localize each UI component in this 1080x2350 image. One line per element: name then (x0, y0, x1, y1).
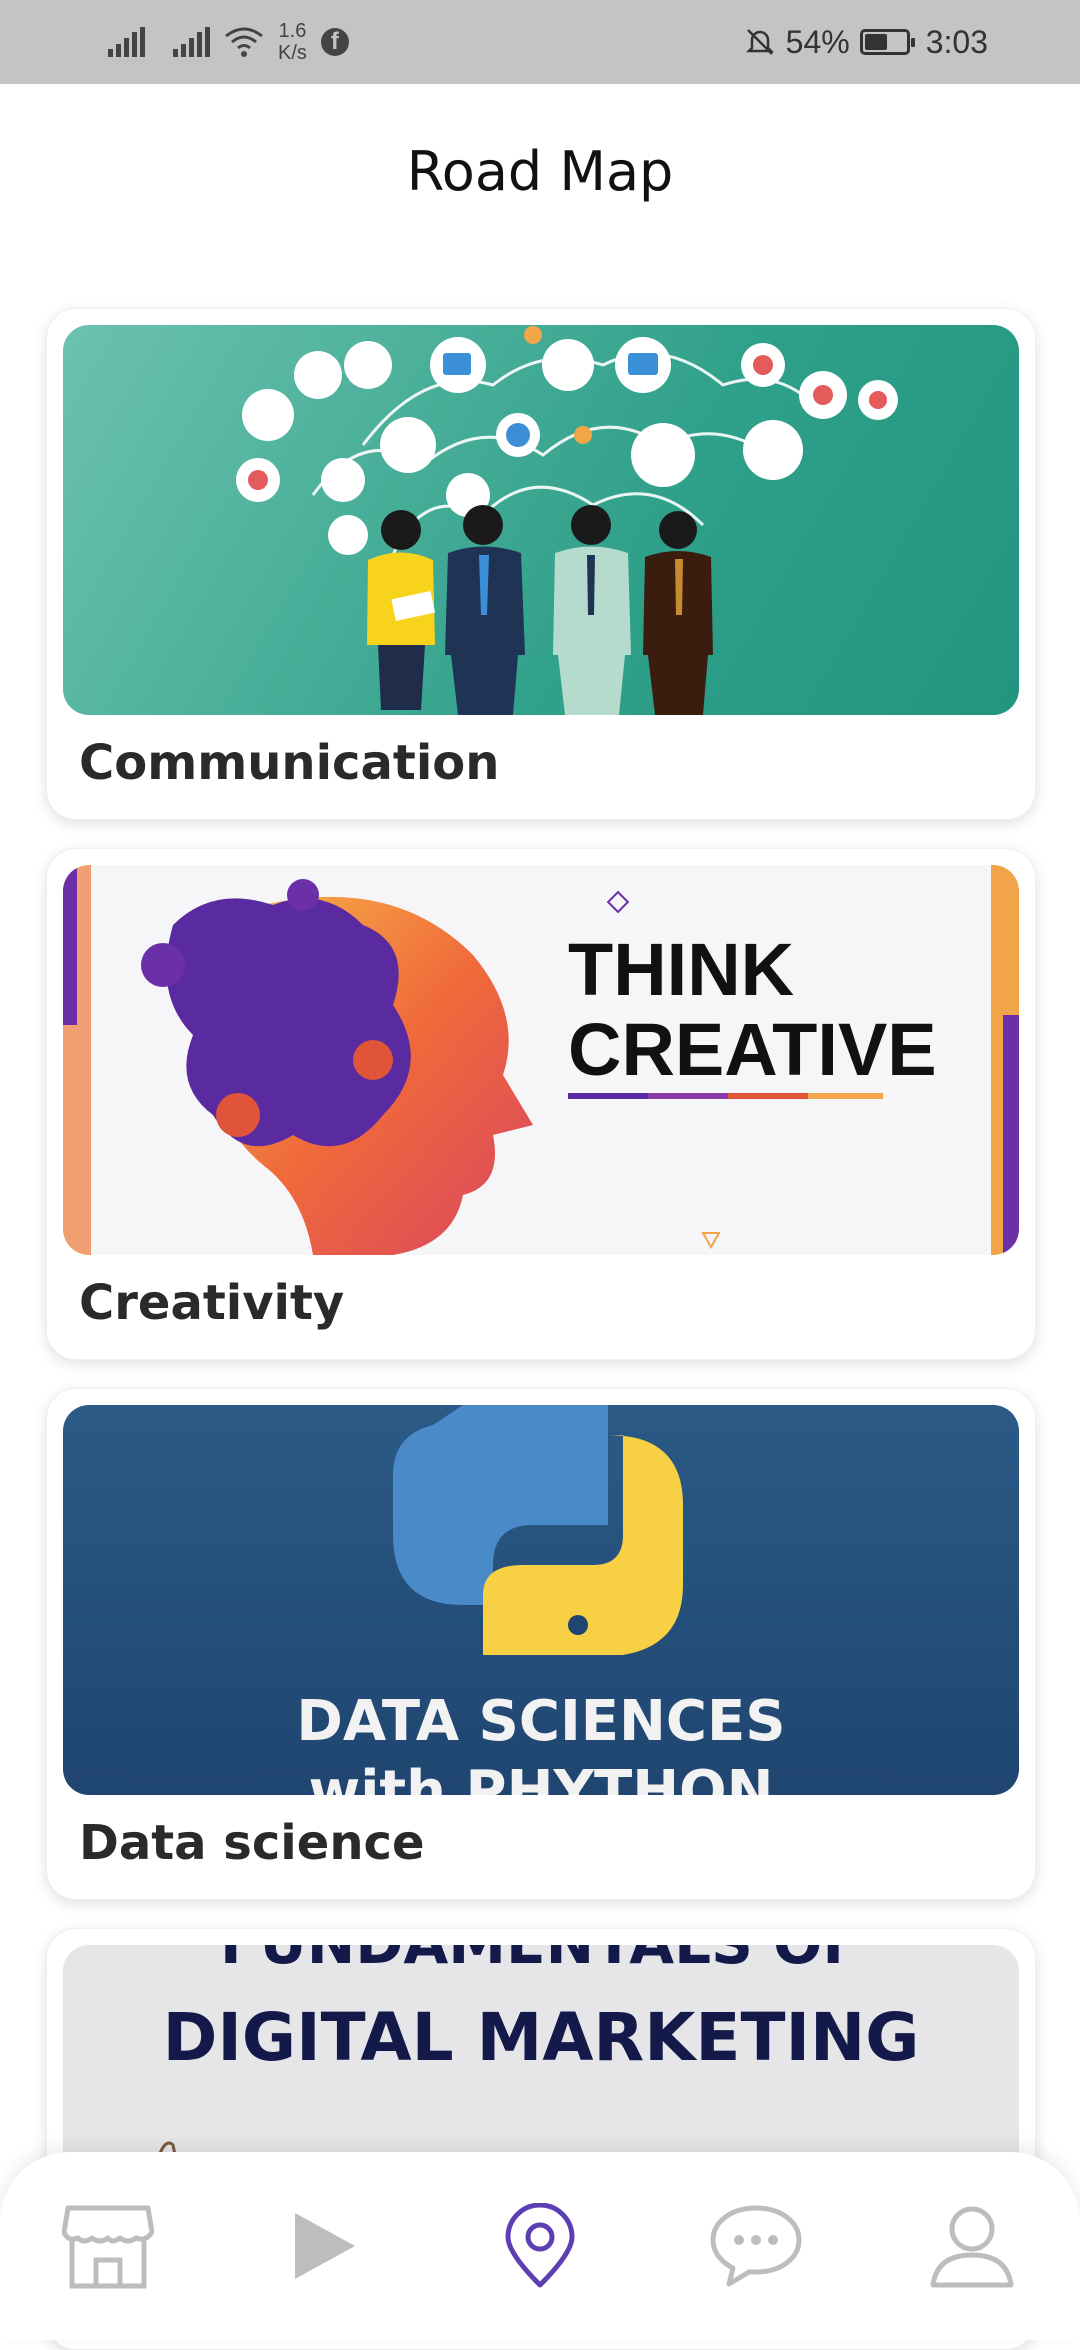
card-label: Data science (79, 1815, 425, 1871)
map-pin-icon (505, 2203, 575, 2288)
card-label: Communication (79, 735, 500, 791)
nav-play[interactable] (264, 2186, 384, 2306)
image-subline-text: DIGITAL MARKETING (163, 1999, 920, 2076)
roadmap-card-creativity[interactable]: THINK CREATIVE Creativity (46, 848, 1036, 1360)
card-label: Creativity (79, 1275, 345, 1331)
play-icon (295, 2213, 355, 2279)
nav-chat[interactable] (696, 2186, 816, 2306)
mute-bell-icon (745, 29, 774, 55)
status-bar: 1.6 K/s f 54% 3:03 (0, 0, 1080, 84)
clock: 3:03 (925, 23, 988, 60)
think-text: THINK (568, 928, 794, 1011)
nav-roadmap[interactable] (480, 2186, 600, 2306)
creativity-image: THINK CREATIVE (63, 865, 1019, 1255)
data-science-image: DATA SCIENCES with PHYTHON (63, 1405, 1019, 1795)
facebook-icon: f (320, 28, 349, 56)
image-subline-text: with PHYTHON (308, 1759, 773, 1795)
creative-text: CREATIVE (568, 1008, 937, 1091)
chat-icon (710, 2205, 802, 2287)
signal-icon (108, 27, 145, 57)
page-title: Road Map (406, 140, 674, 203)
battery-icon (859, 29, 915, 55)
store-icon (62, 2205, 154, 2289)
bottom-nav (0, 2152, 1080, 2340)
image-headline-text: DATA SCIENCES (296, 1689, 785, 1754)
signal-icon (173, 27, 210, 57)
image-headline-text: FUNDAMENTALS OF (220, 1945, 862, 1977)
profile-icon (930, 2206, 1014, 2288)
roadmap-card-communication[interactable]: Communication (46, 308, 1036, 820)
battery-percent: 54% (785, 23, 850, 60)
communication-image (63, 325, 1019, 715)
network-speed: 1.6 K/s (278, 20, 307, 64)
roadmap-card-data-science[interactable]: DATA SCIENCES with PHYTHON Data science (46, 1388, 1036, 1900)
wifi-icon (225, 27, 263, 57)
nav-profile[interactable] (912, 2186, 1032, 2306)
nav-store[interactable] (48, 2186, 168, 2306)
